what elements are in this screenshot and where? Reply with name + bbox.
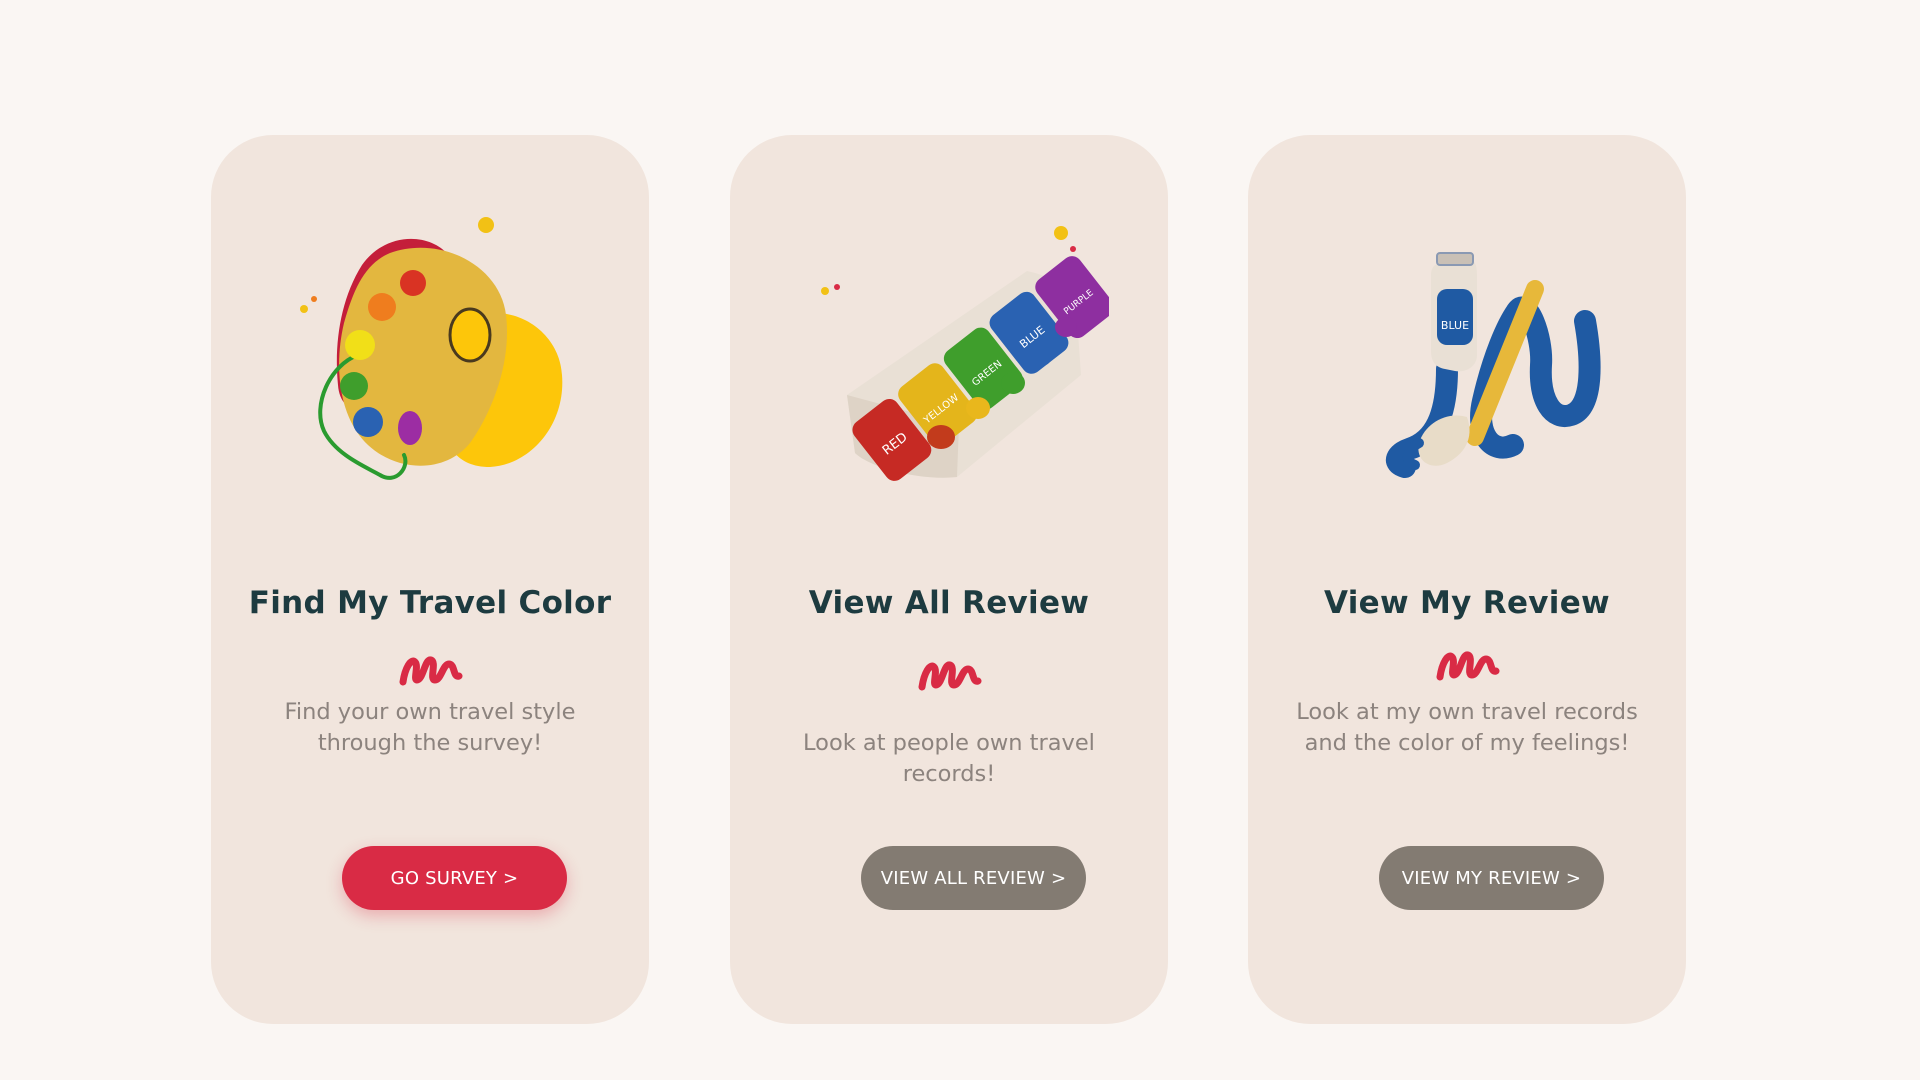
- card-title: View All Review: [808, 585, 1090, 621]
- blue-paint-tube-brush-illustration: BLUE: [1307, 205, 1627, 525]
- description-line: Find your own travel style: [284, 699, 576, 725]
- squiggle-icon: [1434, 643, 1500, 685]
- description-line: through the survey!: [317, 730, 543, 756]
- cards-section: Find My Travel Color Find your own trave…: [0, 0, 1920, 1080]
- card-description: Find your own travel style through the s…: [241, 697, 619, 759]
- description-line: and the color of my feelings!: [1304, 730, 1630, 756]
- card-title: Find My Travel Color: [248, 585, 612, 621]
- description-line: Look at people own travel records!: [803, 730, 1095, 787]
- tube-label: BLUE: [1441, 319, 1469, 332]
- card-find-travel-color: Find My Travel Color Find your own trave…: [211, 135, 649, 1024]
- squiggle-icon: [397, 648, 463, 690]
- view-all-review-button[interactable]: VIEW ALL REVIEW >: [861, 846, 1086, 910]
- description-line: Look at my own travel records: [1296, 699, 1638, 725]
- squiggle-icon: [916, 653, 982, 695]
- paint-tubes-box-illustration: RED YELLOW GREEN BLUE PURPLE: [789, 205, 1109, 525]
- view-my-review-button[interactable]: VIEW MY REVIEW >: [1379, 846, 1604, 910]
- paint-palette-illustration: [270, 205, 590, 525]
- card-view-all-review: RED YELLOW GREEN BLUE PURPLE View All Re…: [730, 135, 1168, 1024]
- card-description: Look at people own travel records!: [760, 728, 1138, 790]
- card-view-my-review: BLUE View My Review Look at my own trave…: [1248, 135, 1686, 1024]
- card-description: Look at my own travel records and the co…: [1278, 697, 1656, 759]
- card-title: View My Review: [1324, 585, 1610, 621]
- go-survey-button[interactable]: GO SURVEY >: [342, 846, 567, 910]
